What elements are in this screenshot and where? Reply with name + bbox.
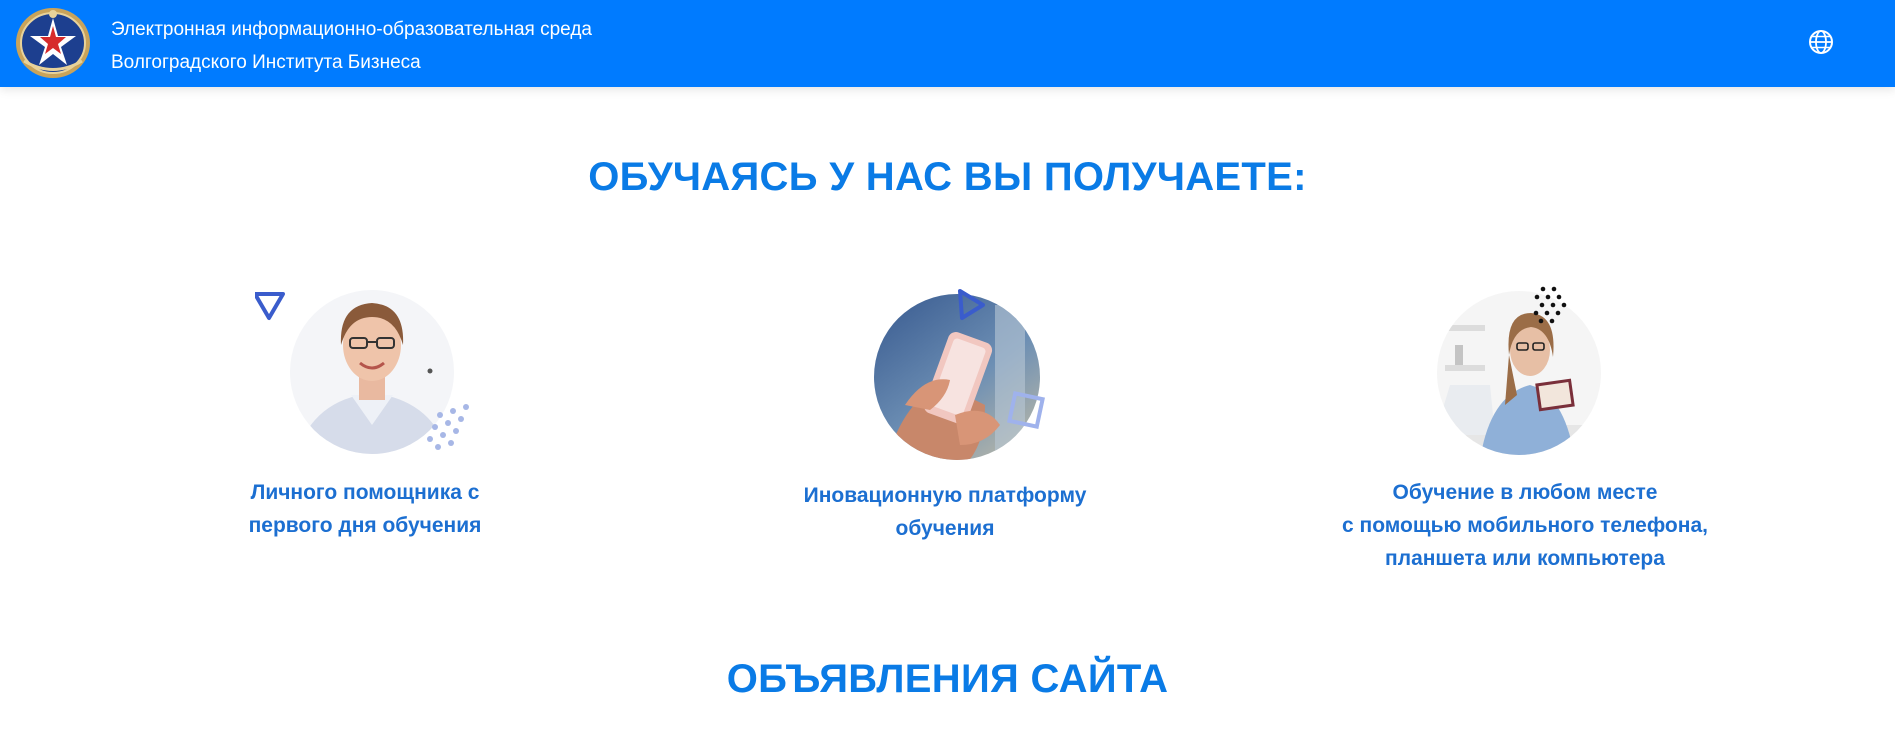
institute-emblem-icon[interactable] xyxy=(14,6,92,80)
assistant-woman-photo xyxy=(255,290,469,454)
feature-caption: Личного помощника с первого дня обучения xyxy=(115,476,615,542)
feature-caption-line: с помощью мобильного телефона, xyxy=(1342,514,1708,537)
feature-caption: Обучение в любом месте с помощью мобильн… xyxy=(1275,476,1775,575)
site-title-line2: Волгоградского Института Бизнеса xyxy=(111,52,421,73)
feature-caption-line: Обучение в любом месте xyxy=(1392,481,1658,504)
feature-caption-line: обучения xyxy=(895,517,995,540)
globe-icon[interactable] xyxy=(1808,29,1834,55)
announcements-heading: ОБЪЯВЛЕНИЯ САЙТА xyxy=(726,657,1169,701)
feature-caption-line: первого дня обучения xyxy=(248,514,482,537)
feature-caption: Иновационную платформу обучения xyxy=(695,479,1195,545)
benefits-heading: ОБУЧАЯСЬ У НАС ВЫ ПОЛУЧАЕТЕ: xyxy=(588,155,1307,199)
site-title: Электронная информационно-образовательна… xyxy=(111,13,592,79)
site-title-line1: Электронная информационно-образовательна… xyxy=(111,19,592,40)
feature-caption-line: Иновационную платформу xyxy=(803,484,1087,507)
smartphone-hands-photo xyxy=(874,289,1045,460)
feature-caption-line: планшета или компьютера xyxy=(1385,547,1665,570)
top-header: Электронная информационно-образовательна… xyxy=(0,0,1895,87)
student-laptop-photo xyxy=(1437,286,1601,455)
feature-caption-line: Личного помощника с xyxy=(250,481,480,504)
